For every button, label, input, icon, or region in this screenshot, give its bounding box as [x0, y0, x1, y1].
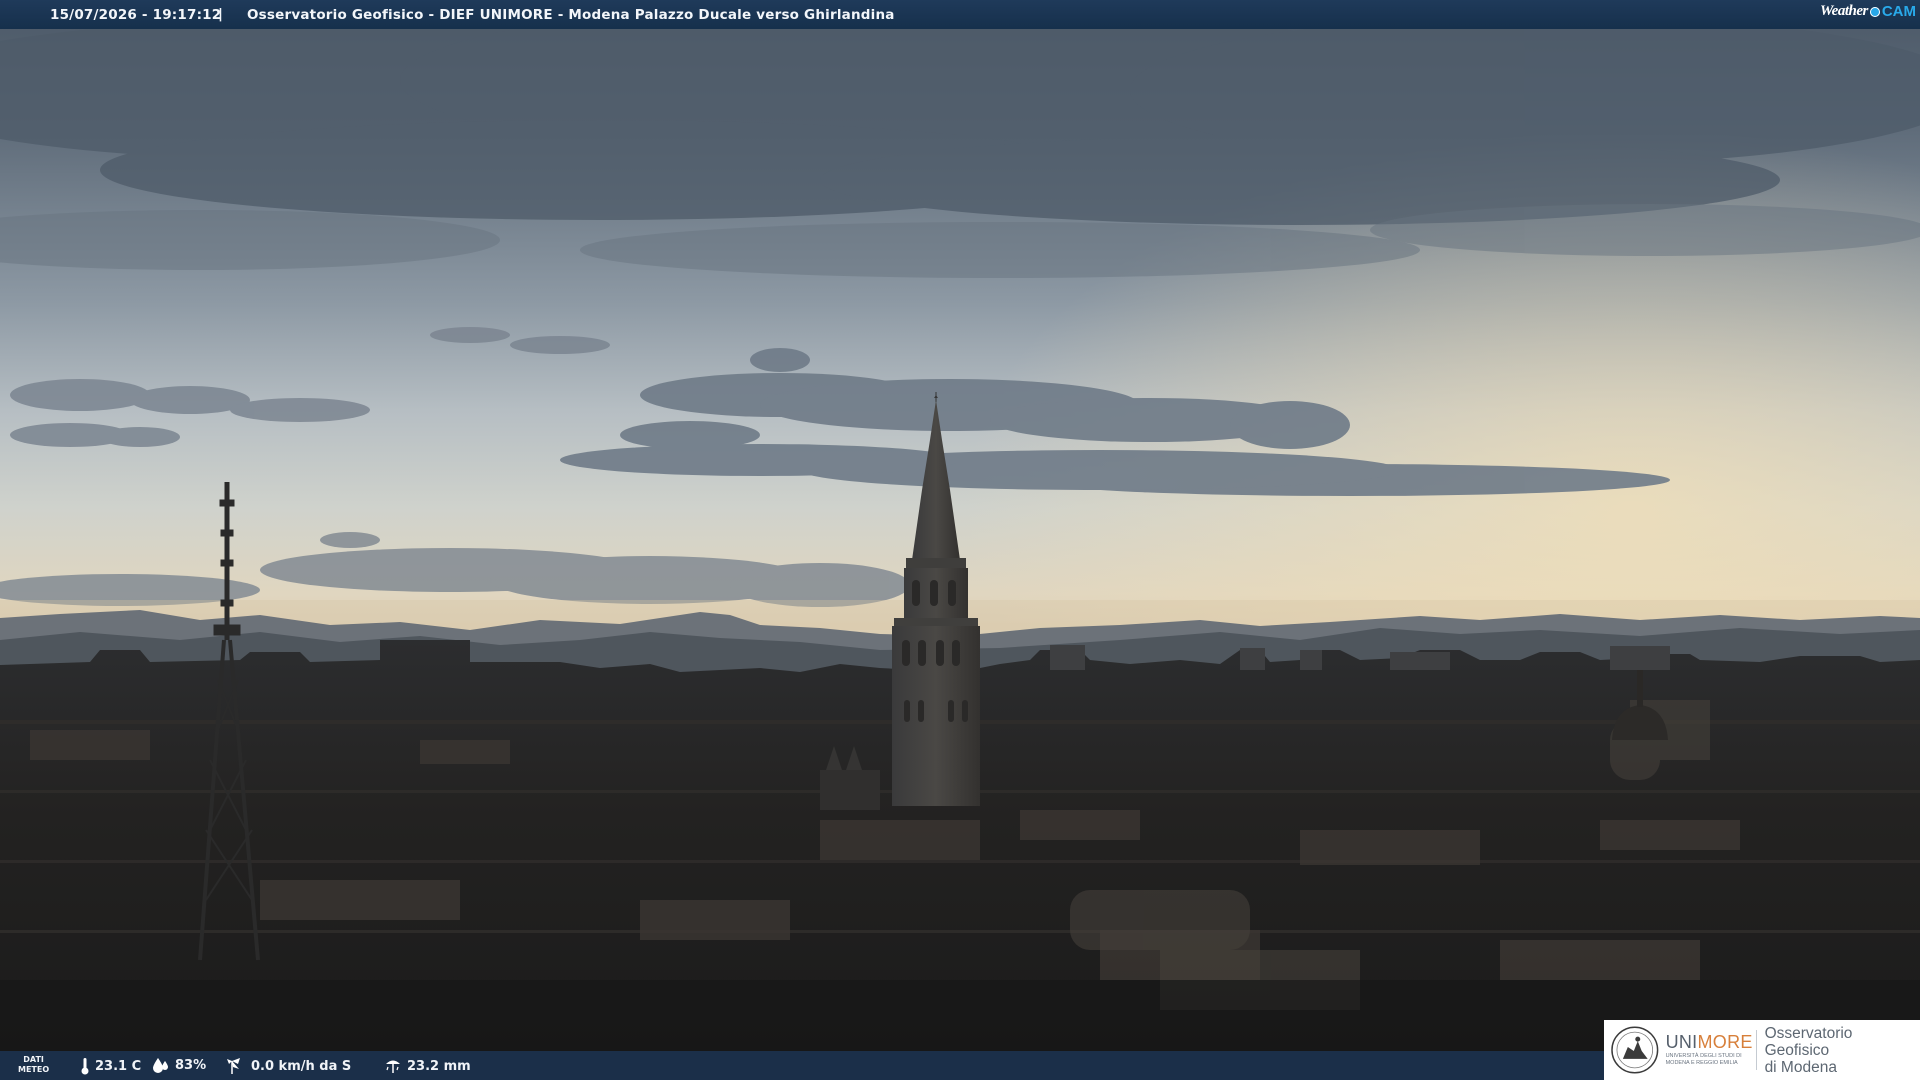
humidity-value: 83% [175, 1057, 207, 1073]
dati-meteo-label: DATI METEO [18, 1055, 50, 1074]
camera-title: Osservatorio Geofisico - DIEF UNIMORE - … [247, 7, 895, 23]
rain-gauge-icon [386, 1060, 400, 1073]
weathercam-logo: Weather CAM [1819, 3, 1916, 20]
humidity-drop-icon [153, 1058, 168, 1073]
wind-value: 0.0 km/h da S [251, 1058, 352, 1074]
timestamp: 15/07/2026 - 19:17:12 [50, 7, 222, 23]
university-seal-icon [1611, 1026, 1659, 1074]
separator: | [218, 6, 223, 22]
top-bar: 15/07/2026 - 19:17:12 | Osservatorio Geo… [0, 0, 1920, 29]
rain-reading: 23.2 mm [384, 1057, 471, 1075]
thermometer-icon [81, 1058, 89, 1075]
unimore-logo: UNIMORE UNIVERSITÀ DEGLI STUDI DI MODENA… [1604, 1020, 1920, 1080]
temperature-reading: 23.1 C [80, 1057, 141, 1075]
logo-divider [1755, 1030, 1757, 1070]
unimore-wordmark: UNIMORE UNIVERSITÀ DEGLI STUDI DI MODENA… [1665, 1032, 1753, 1066]
observatory-name: Osservatorio Geofisico di Modena [1764, 1024, 1853, 1076]
webcam-image [0, 0, 1920, 1080]
rain-value: 23.2 mm [407, 1058, 471, 1074]
wind-reading: 0.0 km/h da S [226, 1057, 351, 1075]
temperature-value: 23.1 C [95, 1058, 142, 1074]
wind-icon [227, 1058, 240, 1074]
humidity-reading: 83% [152, 1057, 206, 1073]
globe-icon [1869, 6, 1880, 17]
